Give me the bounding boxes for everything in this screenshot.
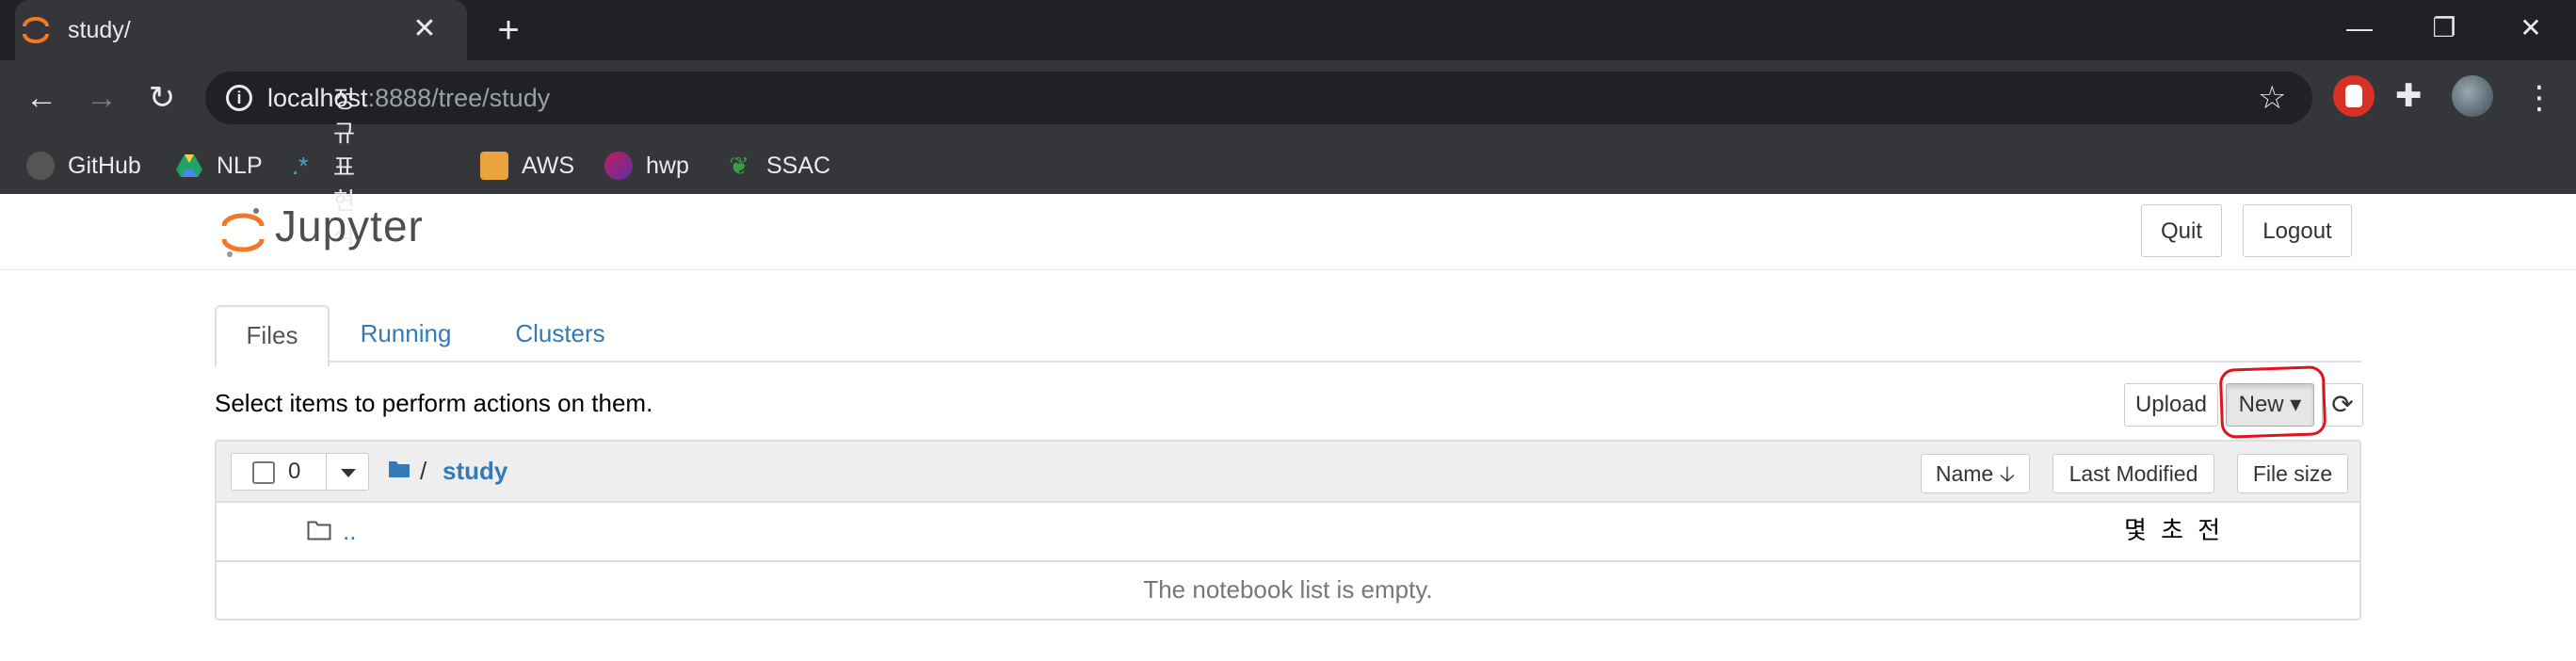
new-tab-icon[interactable]: + xyxy=(490,11,527,49)
tab-clusters[interactable]: Clusters xyxy=(501,305,620,362)
bookmark-label: hwp xyxy=(646,152,689,179)
quit-button[interactable]: Quit xyxy=(2141,204,2222,257)
jupyter-favicon-icon xyxy=(23,17,49,43)
empty-list-message: The notebook list is empty. xyxy=(1143,575,1433,604)
sort-name-button[interactable]: Name 🡣 xyxy=(1921,454,2030,493)
last-modified-value: 몇 초 전 xyxy=(2124,516,2225,544)
back-icon[interactable]: ← xyxy=(21,77,62,119)
bookmark-label: SSAC xyxy=(766,152,831,179)
bookmark-regex[interactable]: .* 정규표현식 xyxy=(292,87,355,249)
sort-last-modified-button[interactable]: Last Modified xyxy=(2053,454,2214,493)
jupyter-logo-text[interactable]: Jupyter xyxy=(275,198,424,254)
github-icon xyxy=(26,152,55,180)
bookmark-ssac[interactable]: ❦ SSAC xyxy=(725,139,830,192)
logout-button[interactable]: Logout xyxy=(2243,204,2352,257)
browser-tab-title: study/ xyxy=(68,17,131,43)
select-items-message: Select items to perform actions on them. xyxy=(215,389,653,417)
regex-icon: .* xyxy=(292,152,309,180)
google-drive-icon xyxy=(176,154,202,177)
url-text[interactable]: localhost:8888/tree/study xyxy=(267,83,550,113)
sort-file-size-button[interactable]: File size xyxy=(2237,454,2348,493)
extensions-puzzle-icon[interactable]: ✚ xyxy=(2395,77,2423,115)
bookmark-hwp[interactable]: hwp xyxy=(604,139,689,192)
folder-icon[interactable] xyxy=(388,458,411,480)
bookmark-star-icon[interactable]: ☆ xyxy=(2258,77,2286,119)
profile-avatar[interactable] xyxy=(2452,75,2493,117)
ssac-icon: ❦ xyxy=(729,152,749,180)
breadcrumb-current[interactable]: study xyxy=(443,454,507,488)
aws-box-icon xyxy=(480,152,508,180)
tab-files[interactable]: Files xyxy=(215,305,330,367)
bookmark-aws[interactable]: AWS xyxy=(480,139,574,192)
bookmark-nlp[interactable]: NLP xyxy=(175,139,263,192)
red-annotation-circle xyxy=(2218,365,2327,439)
restore-icon[interactable]: ❐ xyxy=(2416,9,2472,47)
select-all-checkbox[interactable] xyxy=(252,461,275,484)
select-dropdown-caret-icon[interactable] xyxy=(326,453,369,491)
reload-icon[interactable]: ↻ xyxy=(141,77,183,119)
site-info-icon[interactable]: i xyxy=(226,85,252,111)
list-item[interactable] xyxy=(217,503,2359,562)
upload-button[interactable]: Upload xyxy=(2124,383,2218,427)
tab-running[interactable]: Running xyxy=(345,305,467,362)
bookmark-label: NLP xyxy=(217,152,263,179)
selected-count: 0 xyxy=(288,459,301,484)
bookmark-label: GitHub xyxy=(68,152,141,179)
folder-outline-icon xyxy=(307,521,331,540)
tab-close-icon[interactable]: ✕ xyxy=(409,13,441,45)
bookmark-github[interactable]: GitHub xyxy=(26,139,141,192)
minimize-icon[interactable]: — xyxy=(2331,9,2388,47)
bookmark-label: AWS xyxy=(522,152,575,179)
parent-directory-link[interactable]: .. xyxy=(343,516,356,546)
notebook-list-header xyxy=(217,442,2359,503)
refresh-icon[interactable]: ⟳ xyxy=(2322,383,2363,427)
hwp-icon xyxy=(604,152,633,180)
hand-glyph xyxy=(2345,85,2362,107)
window-close-icon[interactable]: ✕ xyxy=(2503,9,2559,47)
breadcrumb-root[interactable]: / xyxy=(420,454,427,488)
url-path: :8888/tree/study xyxy=(367,84,551,112)
browser-menu-icon[interactable]: ⋮ xyxy=(2523,77,2555,119)
forward-icon[interactable]: → xyxy=(81,77,122,119)
